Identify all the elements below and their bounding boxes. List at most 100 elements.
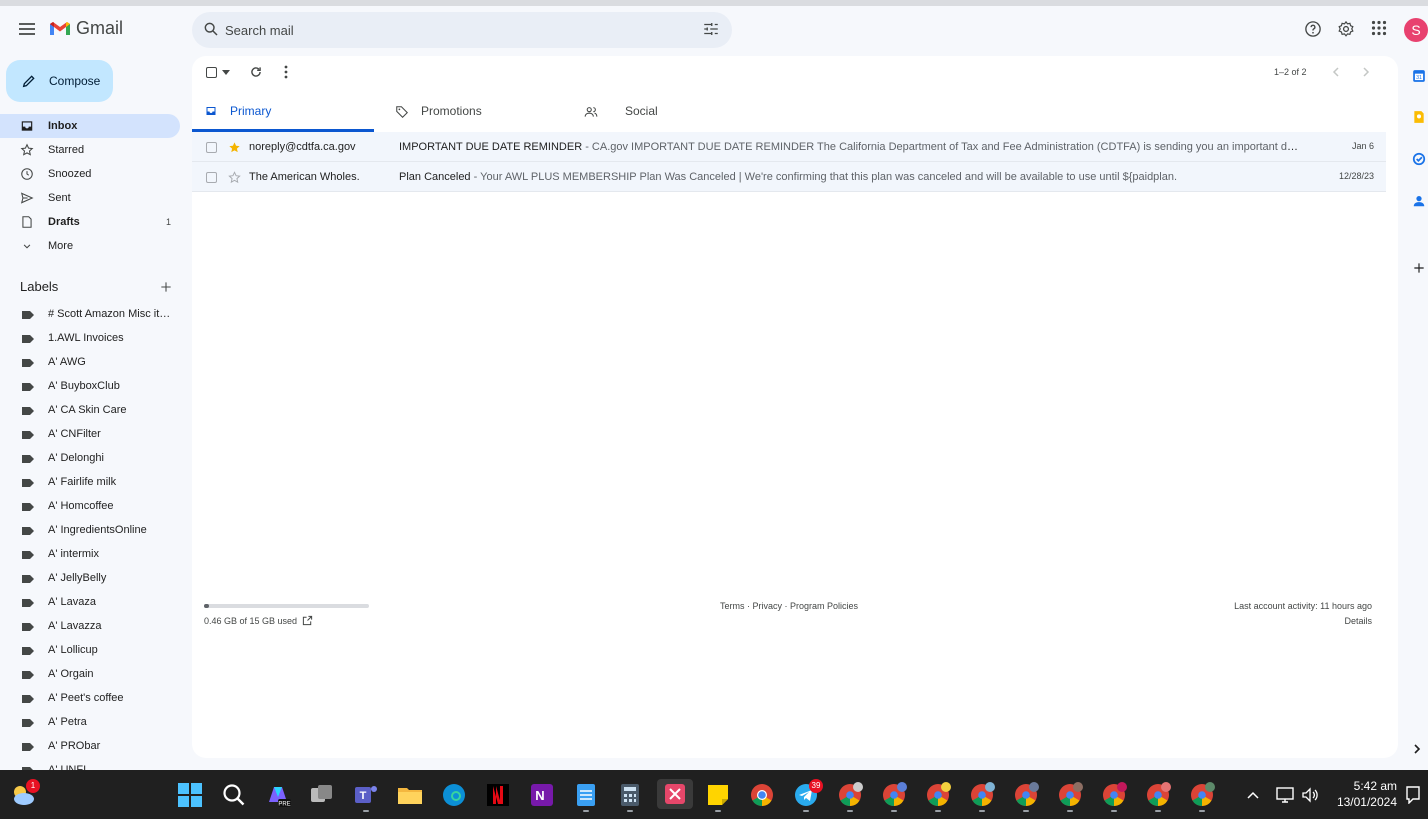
main-menu-button[interactable]: [15, 17, 39, 41]
start-button[interactable]: [177, 782, 203, 808]
taskbar-app-snipping-tool[interactable]: [657, 779, 693, 809]
taskbar-app-teams[interactable]: T: [353, 782, 379, 812]
taskbar-app-chrome[interactable]: [749, 782, 775, 808]
external-link-icon[interactable]: [302, 615, 313, 626]
label-item[interactable]: # Scott Amazon Misc ite...: [0, 303, 180, 327]
last-account-activity: Last account activity: 11 hours ago: [1234, 601, 1372, 611]
calendar-icon[interactable]: 31: [1412, 69, 1426, 83]
details-link[interactable]: Details: [1344, 616, 1372, 626]
label-item[interactable]: A' IngredientsOnline: [0, 519, 180, 543]
program-policies-link[interactable]: Program Policies: [790, 601, 858, 611]
privacy-link[interactable]: Privacy: [753, 601, 783, 611]
email-subject: Plan Canceled: [399, 171, 471, 183]
gmail-logo[interactable]: Gmail: [49, 18, 123, 39]
compose-button[interactable]: Compose: [6, 60, 113, 102]
star-filled-icon[interactable]: [228, 141, 241, 154]
taskbar-app-notepad[interactable]: [573, 782, 599, 812]
account-avatar[interactable]: S: [1404, 18, 1428, 42]
chevron-right-icon[interactable]: [1412, 744, 1422, 754]
taskbar-app-file-explorer[interactable]: [397, 782, 423, 808]
taskbar-app-telegram[interactable]: 39: [793, 779, 823, 812]
select-dropdown-icon[interactable]: [222, 70, 230, 76]
taskbar-app-chrome-profile[interactable]: [1013, 782, 1039, 812]
help-icon[interactable]: [1304, 20, 1322, 38]
more-vertical-icon[interactable]: [283, 65, 289, 79]
terms-link[interactable]: Terms: [720, 601, 745, 611]
taskbar-app-task-view[interactable]: [309, 782, 335, 808]
label-item[interactable]: A' JellyBelly: [0, 567, 180, 591]
chevron-up-icon[interactable]: [1246, 788, 1260, 802]
label-item[interactable]: A' Fairlife milk: [0, 471, 180, 495]
email-row[interactable]: The American Wholes. Plan Canceled - You…: [192, 162, 1386, 192]
sidebar-item-inbox[interactable]: Inbox: [0, 114, 180, 138]
tab-promotions[interactable]: Promotions: [382, 94, 564, 132]
search-options-icon[interactable]: [702, 20, 720, 38]
taskbar-app-chrome-profile[interactable]: [1101, 782, 1127, 812]
label-item[interactable]: A' PRObar: [0, 735, 180, 759]
weather-widget[interactable]: 1: [10, 779, 40, 808]
label-item[interactable]: A' Lavazza: [0, 615, 180, 639]
label-item[interactable]: A' Peet's coffee: [0, 687, 180, 711]
notification-center-icon[interactable]: [1405, 786, 1421, 804]
row-checkbox[interactable]: [206, 172, 217, 183]
taskbar-app-chrome-profile[interactable]: [1189, 782, 1215, 812]
label-item[interactable]: A' Orgain: [0, 663, 180, 687]
label-tag-icon: [22, 311, 34, 319]
label-item[interactable]: A' BuyboxClub: [0, 375, 180, 399]
email-row[interactable]: noreply@cdtfa.ca.gov IMPORTANT DUE DATE …: [192, 132, 1386, 162]
separator: ·: [744, 601, 753, 611]
taskbar-app-chrome-profile[interactable]: [1057, 782, 1083, 812]
search-input[interactable]: [225, 12, 685, 48]
label-item[interactable]: A' Petra: [0, 711, 180, 735]
apps-grid-icon[interactable]: [1371, 20, 1387, 36]
label-item[interactable]: A' Lavaza: [0, 591, 180, 615]
tasks-icon[interactable]: [1412, 152, 1426, 166]
label-item[interactable]: A' AWG: [0, 351, 180, 375]
sidebar-item-starred[interactable]: Starred: [0, 138, 180, 162]
label-item[interactable]: A' Delonghi: [0, 447, 180, 471]
sidebar-item-more[interactable]: More: [0, 234, 180, 258]
settings-gear-icon[interactable]: [1337, 20, 1355, 38]
taskbar-app-onenote[interactable]: N: [529, 782, 555, 808]
network-icon[interactable]: [1276, 787, 1294, 803]
label-item[interactable]: 1.AWL Invoices: [0, 327, 180, 351]
label-item[interactable]: A' intermix: [0, 543, 180, 567]
tab-primary[interactable]: Primary: [192, 94, 374, 132]
taskbar-app-copilot[interactable]: PRE: [265, 782, 291, 808]
label-item[interactable]: A' CNFilter: [0, 423, 180, 447]
label-item[interactable]: A' UNFI: [0, 759, 180, 770]
add-addon-plus-icon[interactable]: [1412, 261, 1426, 275]
label-item[interactable]: A' Homcoffee: [0, 495, 180, 519]
email-subject: IMPORTANT DUE DATE REMINDER: [399, 141, 583, 153]
keep-icon[interactable]: [1412, 110, 1426, 124]
label-name: A' CNFilter: [48, 428, 101, 440]
taskbar-app-chrome-profile[interactable]: [969, 782, 995, 812]
create-label-plus-icon[interactable]: [159, 280, 173, 294]
taskbar-app-chrome-profile[interactable]: [925, 782, 951, 812]
label-tag-icon: [22, 503, 34, 511]
refresh-icon[interactable]: [249, 65, 263, 79]
system-clock[interactable]: 5:42 am 13/01/2024: [1335, 778, 1397, 810]
tab-social[interactable]: Social: [572, 94, 754, 132]
volume-icon[interactable]: [1301, 787, 1319, 803]
search-bar[interactable]: [192, 12, 732, 48]
taskbar-app-sticky-notes[interactable]: [705, 782, 731, 812]
sidebar-item-snoozed[interactable]: Snoozed: [0, 162, 180, 186]
chevron-left-icon[interactable]: [1331, 67, 1341, 77]
select-all-checkbox[interactable]: [206, 67, 217, 78]
taskbar-app-calculator[interactable]: [617, 782, 643, 812]
row-checkbox[interactable]: [206, 142, 217, 153]
taskbar-app-chrome-profile[interactable]: [1145, 782, 1171, 812]
star-outline-icon[interactable]: [228, 171, 241, 184]
label-item[interactable]: A' CA Skin Care: [0, 399, 180, 423]
label-item[interactable]: A' Lollicup: [0, 639, 180, 663]
sidebar-item-sent[interactable]: Sent: [0, 186, 180, 210]
taskbar-app-chrome-profile[interactable]: [837, 782, 863, 812]
contacts-icon[interactable]: [1412, 194, 1426, 208]
taskbar-app-netflix[interactable]: [485, 782, 511, 808]
taskbar-app-chrome-profile[interactable]: [881, 782, 907, 812]
taskbar-app-edge[interactable]: [441, 782, 467, 808]
taskbar-search[interactable]: [221, 782, 247, 808]
chevron-right-icon[interactable]: [1361, 67, 1371, 77]
sidebar-item-drafts[interactable]: Drafts 1: [0, 210, 180, 234]
